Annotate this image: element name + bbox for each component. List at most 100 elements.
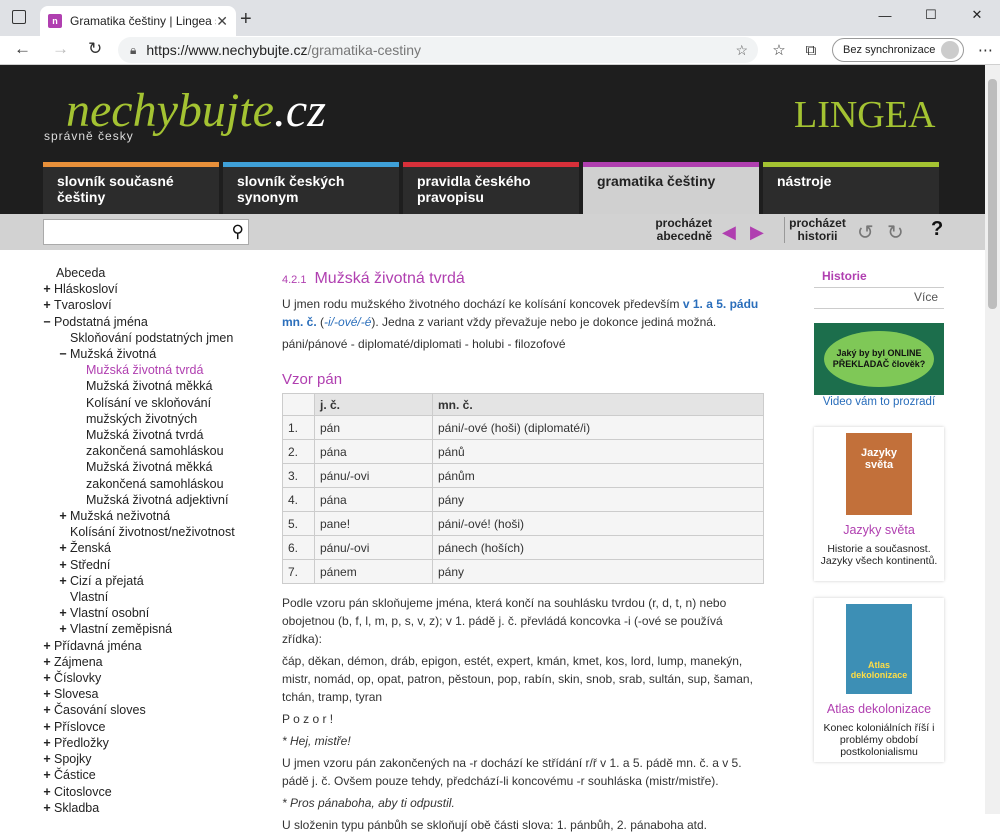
expand-icon[interactable]: + [40, 784, 54, 800]
nav-item[interactable]: + Spojky [40, 751, 270, 767]
expand-icon[interactable]: + [40, 735, 54, 751]
table-cell: pane! [314, 511, 433, 536]
expand-icon[interactable]: + [56, 557, 70, 573]
favorites-icon[interactable]: ☆ [768, 41, 790, 59]
favorite-star-icon[interactable]: ☆ [735, 42, 748, 59]
nav-item[interactable]: Kolísání ve skloňování [40, 395, 270, 411]
new-tab-icon[interactable]: + [240, 8, 252, 31]
address-bar[interactable]: 🔒︎ https://www.nechybujte.cz/gramatika-c… [118, 37, 758, 63]
nav-item[interactable]: Mužská životná měkká [40, 459, 270, 475]
nav-item[interactable]: + Tvarosloví [40, 297, 270, 313]
nav-item[interactable]: + Částice [40, 767, 270, 783]
expand-icon[interactable]: + [40, 767, 54, 783]
tab-slovnik[interactable]: slovník současné češtiny [43, 162, 219, 214]
grammar-tree-nav: Abeceda + Hláskosloví + Tvarosloví − Podstatná… [40, 265, 270, 816]
nav-item[interactable]: Mužská životná tvrdá [40, 427, 270, 443]
forward-icon[interactable]: → [52, 39, 69, 59]
expand-icon[interactable]: + [40, 670, 54, 686]
expand-icon[interactable]: + [56, 573, 70, 589]
collapse-icon[interactable]: − [40, 314, 54, 330]
nav-item[interactable]: + Střední [40, 557, 270, 573]
nav-item[interactable]: + Slovesa [40, 686, 270, 702]
book-card-atlas[interactable]: Atlas dekolonizace Atlas dekolonizace Ko… [814, 598, 944, 762]
nav-item[interactable]: + Přídavná jména [40, 638, 270, 654]
nav-item[interactable]: + Zájmena [40, 654, 270, 670]
sync-profile-button[interactable]: Bez synchronizace [832, 38, 965, 62]
nav-item[interactable]: + Skladba [40, 800, 270, 816]
book-title[interactable]: Atlas dekolonizace [814, 702, 944, 716]
nav-item[interactable]: Kolísání životnost/neživotnost [40, 524, 270, 540]
lingea-logo[interactable]: LINGEA [794, 93, 935, 137]
nav-item[interactable]: Mužská životná tvrdá [40, 362, 270, 378]
nav-item[interactable]: Mužská životná adjektivní [40, 492, 270, 508]
nav-item[interactable]: + Časování sloves [40, 702, 270, 718]
translator-ad-banner[interactable]: Jaký by byl ONLINE PŘEKLADAČ člověk? [814, 323, 944, 395]
ad-caption-link[interactable]: Video vám to prozradí [814, 396, 944, 408]
nav-item[interactable]: + Ženská [40, 540, 270, 556]
search-icon[interactable]: ⚲ [232, 222, 244, 242]
nav-item[interactable]: + Vlastní osobní [40, 605, 270, 621]
minimize-icon[interactable]: — [862, 0, 908, 30]
expand-icon[interactable]: + [40, 800, 54, 816]
next-arrow-icon[interactable]: ▶ [750, 222, 764, 243]
lock-icon[interactable]: 🔒︎ [130, 43, 136, 58]
nav-item[interactable]: + Mužská neživotná [40, 508, 270, 524]
nav-item[interactable]: + Citoslovce [40, 784, 270, 800]
nav-item[interactable]: zakončená samohláskou [40, 476, 270, 492]
history-more-link[interactable]: Více [814, 287, 944, 308]
tab-gramatika[interactable]: gramatika češtiny [583, 162, 759, 214]
expand-icon[interactable]: + [56, 540, 70, 556]
expand-icon[interactable]: + [40, 751, 54, 767]
expand-icon[interactable]: + [40, 638, 54, 654]
nav-item[interactable]: zakončená samohláskou [40, 443, 270, 459]
expand-icon[interactable]: + [40, 719, 54, 735]
nav-item[interactable]: mužských životných [40, 411, 270, 427]
expand-icon[interactable]: + [56, 621, 70, 637]
nav-item[interactable]: Abeceda [40, 265, 270, 281]
search-input[interactable]: ⚲ [43, 219, 249, 245]
nav-item[interactable]: − Podstatná jména [40, 314, 270, 330]
nav-item[interactable]: Vlastní [40, 589, 270, 605]
reload-icon[interactable]: ↻ [88, 39, 102, 59]
prev-arrow-icon[interactable]: ◀ [722, 222, 736, 243]
tab-pravidla[interactable]: pravidla českého pravopisu [403, 162, 579, 214]
book-card-jazyky[interactable]: Jazyky světa Jazyky světa Historie a sou… [814, 427, 944, 581]
expand-icon[interactable]: + [40, 686, 54, 702]
expand-icon[interactable]: + [40, 702, 54, 718]
table-cell: pánů [432, 439, 764, 464]
declension-table: j. č. mn. č. 1. pán páni/-ové (hoši) (dipl… [282, 393, 764, 584]
menu-icon[interactable]: ⋯ [974, 41, 996, 59]
page-title: 4.2.1 Mužská životná tvrdá [282, 270, 764, 289]
browser-tab[interactable]: n Gramatika češtiny | Lingea s.r.o. ✕ [40, 6, 236, 36]
nav-item[interactable]: − Mužská životná [40, 346, 270, 362]
nav-item[interactable]: + Vlastní zeměpisná [40, 621, 270, 637]
scrollbar-thumb[interactable] [988, 79, 997, 309]
help-icon[interactable]: ? [931, 218, 943, 241]
redo-icon[interactable]: ↻ [887, 220, 904, 245]
close-window-icon[interactable]: ✕ [954, 0, 1000, 30]
back-icon[interactable]: ← [14, 39, 31, 59]
nav-item[interactable]: + Číslovky [40, 670, 270, 686]
table-row: 5. pane! páni/-ové! (hoši) [282, 511, 764, 536]
expand-icon[interactable]: + [40, 281, 54, 297]
expand-icon[interactable]: + [40, 297, 54, 313]
nav-item[interactable]: + Předložky [40, 735, 270, 751]
expand-icon[interactable]: + [40, 654, 54, 670]
maximize-icon[interactable]: ☐ [908, 0, 954, 30]
undo-icon[interactable]: ↺ [857, 220, 874, 245]
nav-item[interactable]: Mužská životná měkká [40, 378, 270, 394]
nav-item[interactable]: + Hláskosloví [40, 281, 270, 297]
tab-nastroje[interactable]: nástroje [763, 162, 939, 214]
page-scrollbar[interactable] [985, 65, 1000, 814]
tab-synonyma[interactable]: slovník českých synonym [223, 162, 399, 214]
collapse-icon[interactable]: − [56, 346, 70, 362]
nav-item[interactable]: + Cizí a přejatá [40, 573, 270, 589]
expand-icon[interactable]: + [56, 508, 70, 524]
collections-icon[interactable]: ⧉ [800, 42, 822, 59]
nav-item[interactable]: Skloňování podstatných jmen [40, 330, 270, 346]
close-tab-icon[interactable]: ✕ [216, 13, 228, 30]
expand-icon[interactable]: + [56, 605, 70, 621]
book-title[interactable]: Jazyky světa [814, 523, 944, 537]
sidebar-toggle-icon[interactable] [12, 10, 26, 24]
nav-item[interactable]: + Příslovce [40, 719, 270, 735]
